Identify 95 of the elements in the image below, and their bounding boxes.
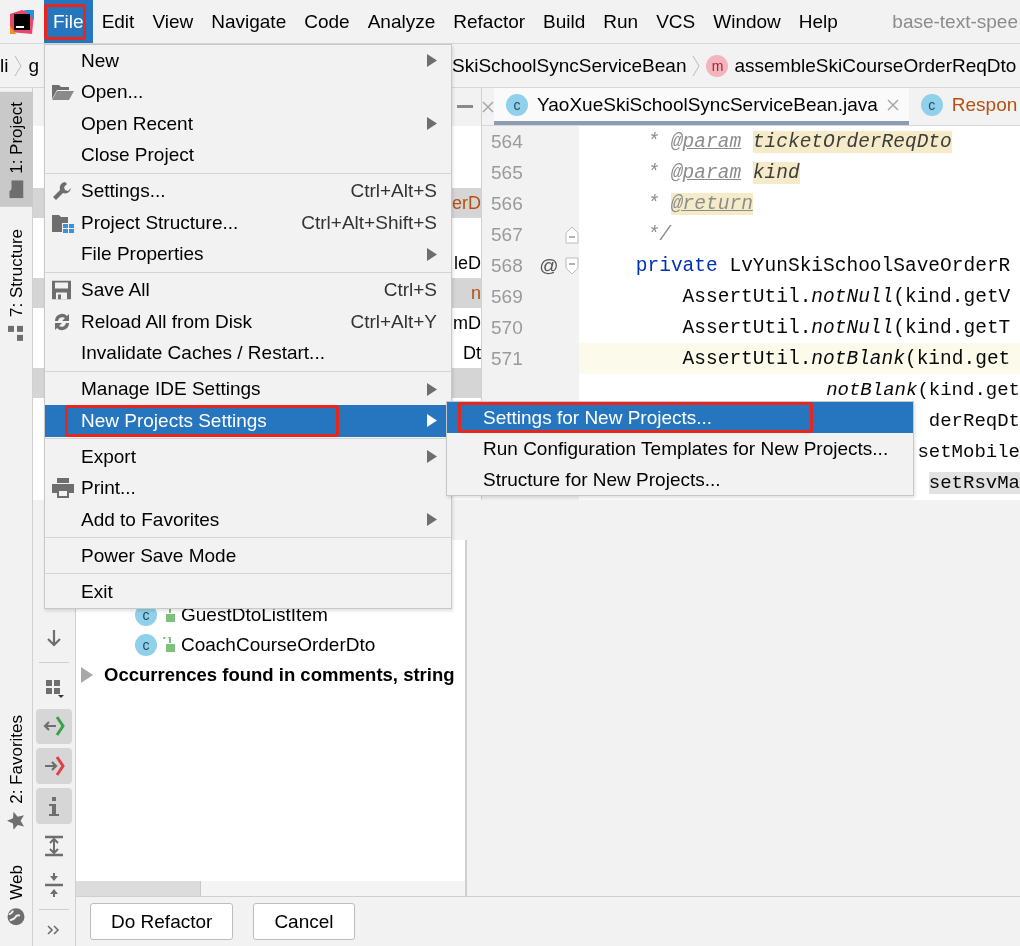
menu-item[interactable]: Open Recent bbox=[45, 108, 451, 140]
shortcut-label: Ctrl+S bbox=[383, 279, 437, 302]
fold-icon[interactable] bbox=[564, 225, 579, 244]
menu-bar-item[interactable]: Build bbox=[534, 0, 595, 43]
menu-bar-item[interactable]: Help bbox=[789, 0, 847, 43]
close-icon[interactable] bbox=[482, 100, 494, 113]
dialog-button[interactable]: Do Refactor bbox=[90, 903, 234, 940]
menu-item[interactable]: New bbox=[45, 45, 451, 77]
menu-bar-item[interactable]: Navigate bbox=[202, 0, 296, 43]
menu-item[interactable]: Structure for New Projects... bbox=[447, 464, 913, 495]
menu-bar-item[interactable]: Refactor bbox=[444, 0, 535, 43]
minimize-icon[interactable] bbox=[457, 105, 473, 109]
class-icon: c bbox=[506, 93, 528, 116]
code-line: AssertUtil.notNull(kind.getV bbox=[681, 284, 1012, 310]
printer-icon bbox=[52, 478, 74, 499]
scrollbar[interactable] bbox=[76, 881, 465, 896]
line-number: 571 bbox=[490, 347, 524, 370]
reload-icon bbox=[52, 311, 72, 332]
fold-icon[interactable] bbox=[564, 256, 579, 275]
window-title: base-text-spee bbox=[892, 9, 1019, 34]
menu-bar-item[interactable]: View bbox=[143, 0, 203, 43]
class-icon: c bbox=[135, 634, 157, 656]
project-structure-icon bbox=[52, 212, 74, 233]
tool-window-tab[interactable]: 2: Favorites bbox=[0, 704, 33, 840]
code-line: derReqDt bbox=[928, 409, 1020, 432]
line-number: 569 bbox=[490, 285, 524, 308]
line-number: 568 bbox=[490, 254, 524, 277]
menu-item[interactable]: Invalidate Caches / Restart... bbox=[45, 337, 451, 369]
class-icon: c bbox=[920, 93, 943, 116]
expand-triangle-icon[interactable] bbox=[80, 667, 94, 683]
menu-item[interactable]: Close Project bbox=[45, 139, 451, 171]
breadcrumb-item[interactable]: SkiSchoolSyncServiceBean bbox=[452, 54, 687, 77]
folder-icon bbox=[52, 84, 74, 101]
override-marker[interactable]: @ bbox=[539, 254, 559, 276]
menu-item[interactable]: Project Structure... Ctrl+Alt+Shift+S bbox=[45, 207, 451, 239]
wrench-icon bbox=[52, 181, 72, 202]
star-icon bbox=[7, 811, 26, 830]
menu-item[interactable]: Add to Favorites bbox=[45, 504, 451, 536]
editor-tab[interactable]: c Respon bbox=[908, 88, 1020, 125]
menu-item[interactable]: Reload All from Disk Ctrl+Alt+Y bbox=[45, 306, 451, 338]
menu-bar-item[interactable]: File bbox=[44, 0, 93, 43]
method-icon: m bbox=[706, 54, 729, 77]
menu-bar-item[interactable]: Run bbox=[594, 0, 648, 43]
menu-item[interactable]: File Properties bbox=[45, 238, 451, 270]
breadcrumb-item[interactable]: li bbox=[0, 54, 9, 77]
menu-item[interactable]: Open... bbox=[45, 76, 451, 108]
info-icon[interactable] bbox=[36, 788, 72, 824]
submenu-arrow-icon bbox=[427, 450, 437, 464]
app-logo-icon[interactable] bbox=[10, 9, 34, 34]
menu-item[interactable]: Manage IDE Settings bbox=[45, 373, 451, 405]
menu-bar-item[interactable]: Edit bbox=[92, 0, 144, 43]
tool-window-tab[interactable]: 1: Project bbox=[0, 92, 33, 207]
globe-icon bbox=[7, 908, 26, 926]
breadcrumb-item[interactable]: assembleSkiCourseOrderReqDto bbox=[734, 54, 1017, 77]
folder-icon bbox=[9, 180, 24, 199]
code-line: notBlank(kind.get bbox=[826, 378, 1020, 401]
tree-item[interactable]: CoachCourseOrderDto bbox=[181, 634, 376, 656]
shortcut-label: Ctrl+Alt+S bbox=[350, 180, 437, 203]
shortcut-label: Ctrl+Alt+Y bbox=[350, 310, 437, 333]
submenu-arrow-icon bbox=[427, 117, 437, 131]
code-line: */ bbox=[646, 222, 673, 248]
tool-window-tab[interactable]: Web bbox=[0, 855, 33, 936]
dialog-button[interactable]: Cancel bbox=[253, 903, 355, 940]
menu-bar-item[interactable]: Code bbox=[295, 0, 359, 43]
submenu-arrow-icon bbox=[427, 513, 437, 527]
breadcrumb-item[interactable]: g bbox=[28, 54, 40, 77]
structure-icon bbox=[8, 324, 25, 341]
menu-item[interactable]: Settings for New Projects... bbox=[447, 402, 913, 433]
code-line: AssertUtil.notNull(kind.getT bbox=[681, 315, 1012, 341]
close-icon[interactable] bbox=[886, 98, 899, 111]
code-line: private LvYunSkiSchoolSaveOrderR bbox=[634, 253, 1012, 279]
line-number: 565 bbox=[490, 161, 524, 184]
submenu-arrow-icon bbox=[427, 247, 437, 261]
tool-window-tab[interactable]: 7: Structure bbox=[0, 218, 33, 351]
menu-item[interactable]: Save All Ctrl+S bbox=[45, 274, 451, 306]
submenu-arrow-icon bbox=[427, 54, 437, 68]
menu-bar-item[interactable]: Window bbox=[704, 0, 790, 43]
code-line: setMobile bbox=[917, 440, 1020, 463]
submenu-arrow-icon bbox=[427, 382, 437, 396]
submenu-arrow-icon bbox=[427, 414, 437, 428]
tree-item[interactable]: Occurrences found in comments, string bbox=[104, 664, 455, 686]
code-line: * @param kind bbox=[646, 160, 801, 186]
line-number: 566 bbox=[490, 192, 524, 215]
chevron-icon bbox=[14, 54, 23, 77]
chevron-icon bbox=[692, 54, 701, 77]
line-number: 564 bbox=[490, 130, 524, 153]
menu-item[interactable]: Settings... Ctrl+Alt+S bbox=[45, 175, 451, 207]
editor-tab[interactable]: c YaoXueSkiSchoolSyncServiceBean.java bbox=[494, 88, 909, 125]
menu-bar-item[interactable]: VCS bbox=[647, 0, 705, 43]
shortcut-label: Ctrl+Alt+Shift+S bbox=[301, 211, 437, 234]
menu-bar-item[interactable]: Analyze bbox=[358, 0, 445, 43]
line-number: 570 bbox=[490, 316, 524, 339]
line-number: 567 bbox=[490, 223, 524, 246]
lock-icon bbox=[163, 637, 175, 653]
menu-item[interactable]: Power Save Mode bbox=[45, 540, 451, 572]
